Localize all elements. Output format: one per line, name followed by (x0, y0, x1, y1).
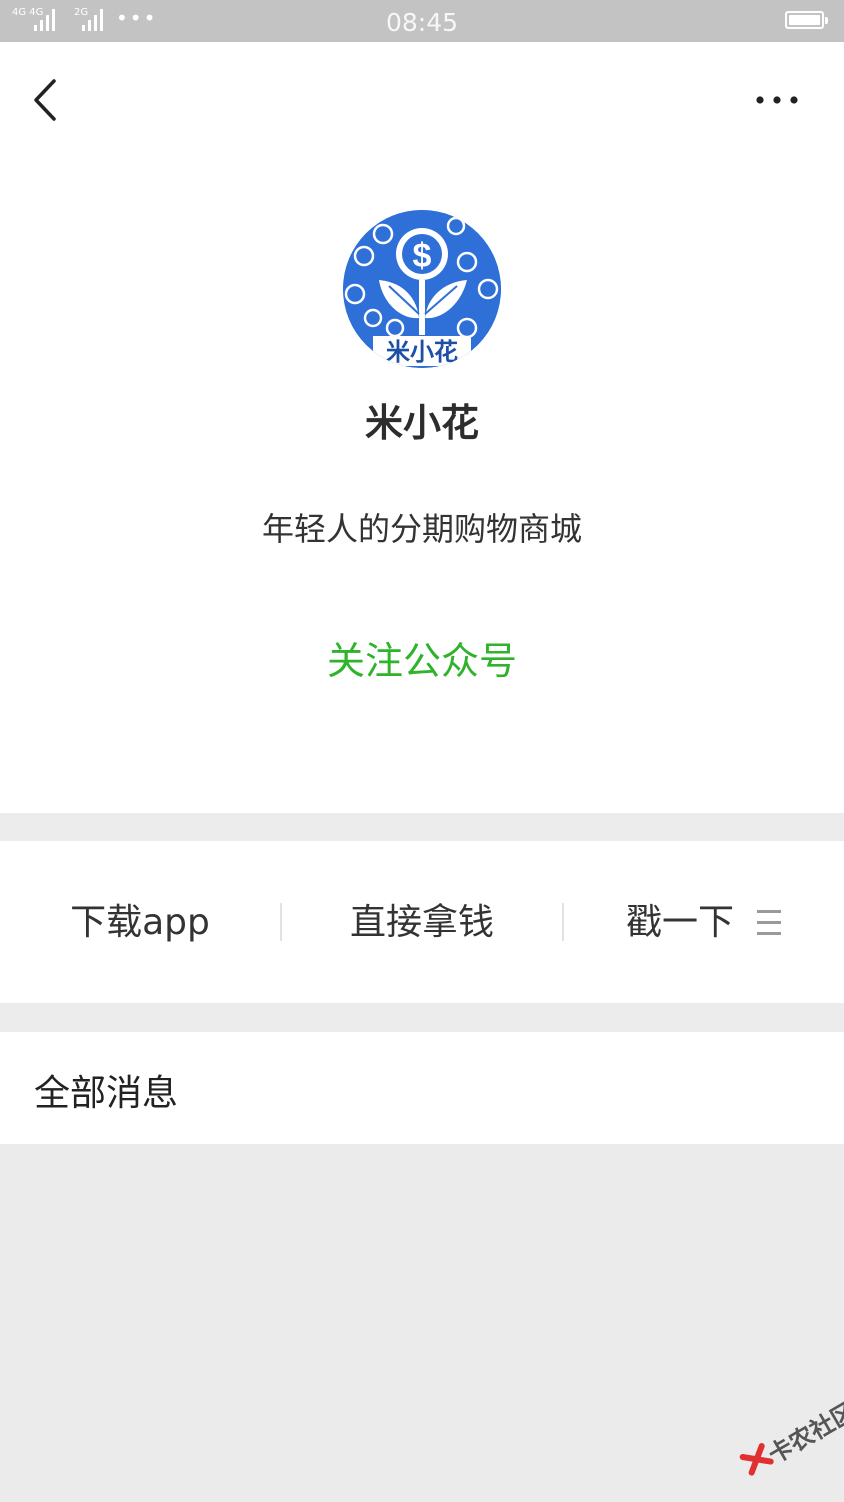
money-tree-logo-icon: $ 米小花 (343, 210, 501, 368)
messages-title: 全部消息 (34, 1073, 179, 1114)
account-description: 年轻人的分期购物商城 (261, 510, 582, 548)
menu-divider (562, 903, 564, 941)
menu-item-poke[interactable]: 戳一下 (600, 899, 760, 947)
menu-item-get-money[interactable]: 直接拿钱 (322, 899, 522, 947)
follow-account-button[interactable]: 关注公众号 (272, 630, 572, 685)
account-profile-panel: $ 米小花 米小花 年轻人的分期购物商城 关注公众号 (0, 42, 844, 813)
account-avatar[interactable]: $ 米小花 (343, 210, 501, 368)
logo-text: 米小花 (386, 338, 458, 366)
svg-text:$: $ (413, 237, 432, 275)
chevron-left-icon (34, 79, 56, 121)
messages-section-header: 全部消息 (0, 1032, 844, 1144)
menu-divider (280, 903, 282, 941)
list-icon[interactable] (757, 910, 781, 936)
more-button[interactable] (748, 90, 808, 110)
messages-empty-area (0, 1144, 844, 1500)
back-button[interactable] (28, 78, 68, 122)
account-menu-bar: 下载app 直接拿钱 戳一下 (0, 841, 844, 1003)
more-dots-icon (756, 96, 798, 104)
menu-item-download-app[interactable]: 下载app (40, 899, 240, 947)
status-bar: 4G 4G 2G ••• 08:45 (0, 0, 844, 42)
status-time: 08:45 (385, 8, 459, 37)
battery-icon (785, 11, 828, 29)
account-name: 米小花 (364, 401, 479, 445)
